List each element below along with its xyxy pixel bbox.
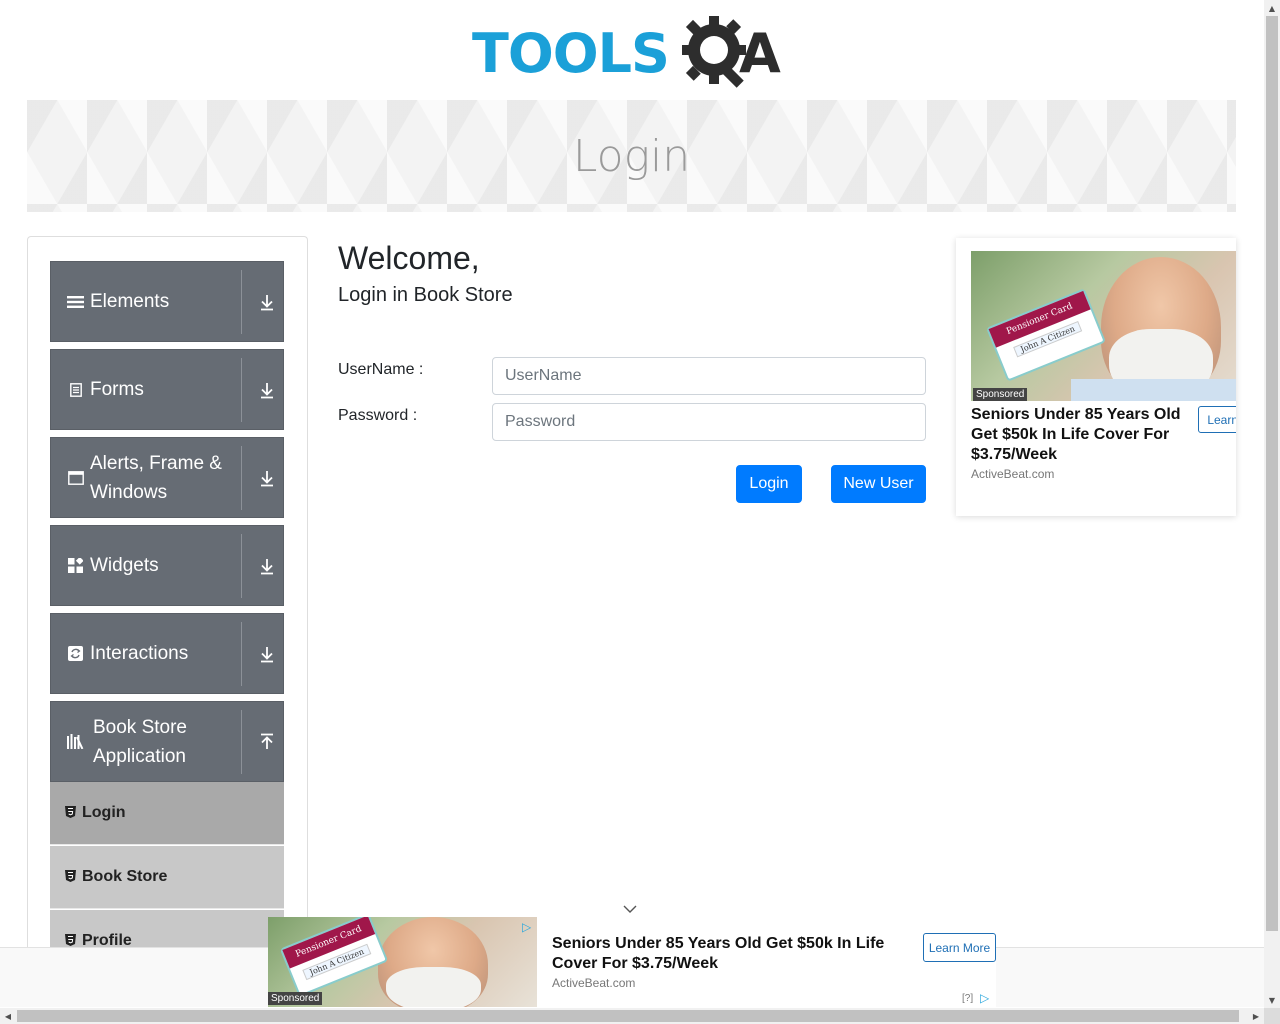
sidebar-group-alerts-frame-windows[interactable]: Alerts, Frame & Windows	[50, 437, 284, 518]
group-label: Alerts, Frame & Windows	[90, 452, 222, 503]
horizontal-scroll-thumb[interactable]	[17, 1010, 1239, 1022]
sponsored-badge: Sponsored	[268, 992, 323, 1005]
expand-arrow-icon[interactable]	[255, 438, 279, 517]
divider	[241, 446, 242, 510]
username-label: UserName :	[338, 361, 424, 378]
html5-icon	[65, 869, 76, 885]
divider	[241, 270, 242, 334]
page-banner: Login	[27, 100, 1236, 212]
sidebar-item-book-store[interactable]: Book Store	[50, 846, 284, 909]
group-header: Alerts, Frame & Windows	[67, 438, 243, 517]
widgets-icon	[67, 557, 84, 574]
ad-photo-shirt	[1071, 379, 1236, 401]
welcome-heading: Welcome,	[338, 240, 480, 276]
sponsored-badge: Sponsored	[973, 388, 1028, 401]
logo-tools-text: TOOLS	[472, 22, 670, 85]
horizontal-scrollbar[interactable]: ◀ ▶	[0, 1008, 1264, 1024]
scroll-right-arrow-icon[interactable]: ▶	[1248, 1008, 1264, 1024]
html5-icon	[65, 805, 76, 821]
ad-domain[interactable]: ActiveBeat.com	[552, 976, 635, 990]
password-input[interactable]	[492, 403, 926, 441]
learn-more-button[interactable]: Learn More	[923, 933, 996, 962]
ad-image[interactable]: Pensioner Card John A Citizen Sponsored …	[268, 917, 537, 1007]
page-title: Login	[572, 130, 691, 182]
password-label: Password :	[338, 407, 418, 424]
sidebar-group-widgets[interactable]: Widgets	[50, 525, 284, 606]
vertical-scroll-thumb[interactable]	[1266, 16, 1278, 931]
adchoices-icon[interactable]: ▷	[522, 920, 531, 934]
divider	[241, 358, 242, 422]
group-header: Elements	[67, 262, 243, 341]
group-label: Elements	[90, 291, 170, 312]
divider	[241, 622, 242, 686]
ad-image[interactable]: Pensioner Card John A Citizen Sponsored	[971, 251, 1236, 401]
username-input[interactable]	[492, 357, 926, 395]
new-user-button[interactable]: New User	[831, 465, 926, 503]
adchoices-icon[interactable]: ▷	[980, 991, 989, 1005]
expand-arrow-icon[interactable]	[255, 526, 279, 605]
document-icon	[67, 381, 84, 398]
sidebar-group-elements[interactable]: Elements	[50, 261, 284, 342]
ad-headline[interactable]: Seniors Under 85 Years Old Get $50k In L…	[552, 934, 902, 974]
group-header: Book Store Application	[67, 702, 243, 781]
scrollbar-corner	[1264, 1008, 1280, 1024]
scroll-up-arrow-icon[interactable]: ▲	[1264, 0, 1280, 16]
toolsqa-logo[interactable]: TOOLS A	[472, 16, 797, 92]
group-header: Interactions	[67, 614, 243, 693]
expand-arrow-icon[interactable]	[255, 350, 279, 429]
group-label: Book Store Application	[93, 716, 187, 767]
chevron-down-icon[interactable]	[622, 903, 638, 917]
scroll-left-arrow-icon[interactable]: ◀	[0, 1008, 16, 1024]
books-icon	[67, 733, 87, 750]
vertical-scrollbar[interactable]: ▲ ▼	[1264, 0, 1280, 1008]
sidebar-group-forms[interactable]: Forms	[50, 349, 284, 430]
divider	[241, 710, 242, 774]
collapse-arrow-icon[interactable]	[255, 702, 279, 781]
expand-arrow-icon[interactable]	[255, 262, 279, 341]
ad-headline[interactable]: Seniors Under 85 Years Old Get $50k In L…	[971, 405, 1189, 465]
ad-domain[interactable]: ActiveBeat.com	[971, 467, 1054, 481]
login-subtitle: Login in Book Store	[338, 284, 513, 306]
sidebar-item-label: Login	[82, 804, 126, 821]
group-label: Interactions	[90, 643, 189, 664]
ad-info-link[interactable]: [?]	[962, 993, 973, 1004]
learn-more-button[interactable]: Learn More	[1198, 406, 1236, 433]
pensioner-card-image: Pensioner Card John A Citizen	[985, 288, 1107, 382]
expand-arrow-icon[interactable]	[255, 614, 279, 693]
gear-magnifier-icon	[682, 16, 746, 88]
window-icon	[67, 469, 84, 486]
group-header: Widgets	[67, 526, 243, 605]
sidebar-item-label: Book Store	[82, 868, 168, 885]
ad-photo-beard	[386, 967, 481, 1007]
sidebar-group-interactions[interactable]: Interactions	[50, 613, 284, 694]
scroll-down-arrow-icon[interactable]: ▼	[1264, 992, 1280, 1008]
sidebar-item-login[interactable]: Login	[50, 782, 284, 845]
pensioner-card-image: Pensioner Card John A Citizen	[279, 917, 389, 998]
login-button[interactable]: Login	[736, 465, 802, 503]
interactions-icon	[67, 645, 84, 662]
group-header: Forms	[67, 350, 243, 429]
hamburger-icon	[67, 293, 84, 310]
sidebar-group-book-store-application[interactable]: Book Store Application	[50, 701, 284, 782]
sidebar-ad[interactable]: Pensioner Card John A Citizen Sponsored …	[956, 238, 1236, 516]
divider	[241, 534, 242, 598]
group-label: Forms	[90, 379, 144, 400]
bottom-ad[interactable]: Pensioner Card John A Citizen Sponsored …	[268, 917, 996, 1007]
group-label: Widgets	[90, 555, 159, 576]
sidebar-accordion: Elements Forms Alerts, Frame & Windows W…	[27, 236, 308, 956]
